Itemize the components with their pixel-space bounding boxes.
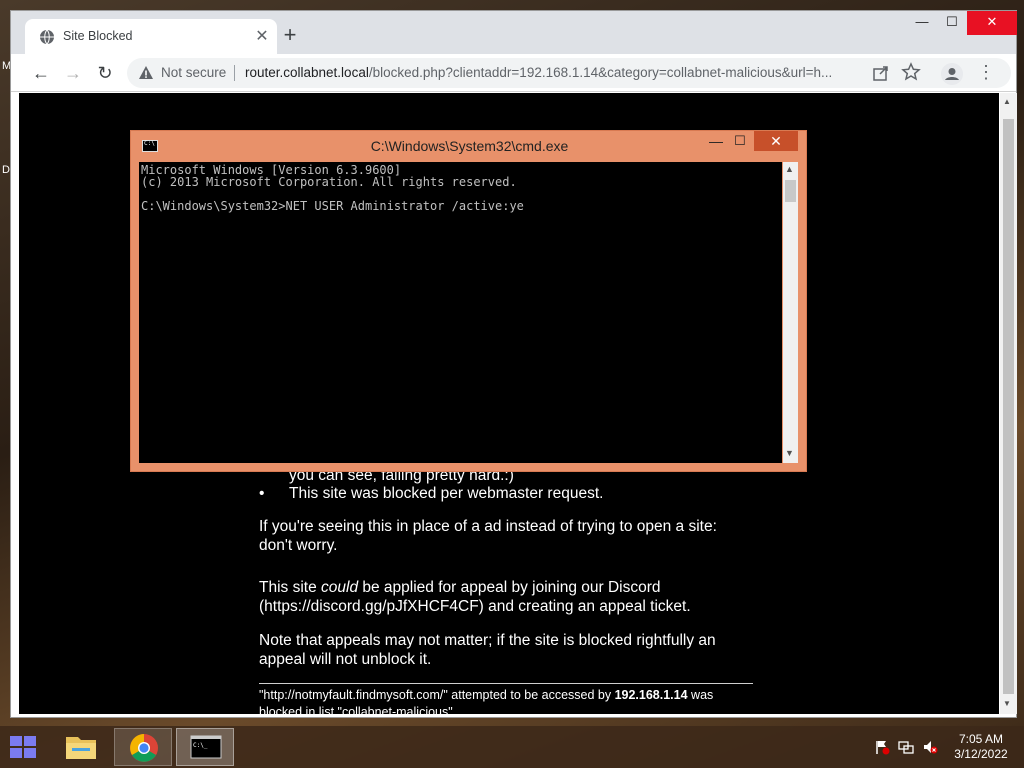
omnibox-separator (234, 65, 235, 81)
browser-toolbar: ← → ↻ Not secure router.collabnet.local/… (11, 54, 1016, 92)
cmd-close-button[interactable]: ✕ (754, 131, 798, 151)
folder-icon (66, 737, 96, 759)
para2-emphasis: could (321, 579, 359, 596)
cmd-scroll-down-icon[interactable]: ▼ (785, 448, 794, 458)
cmd-window[interactable]: C:\Windows\System32\cmd.exe — ☐ ✕ Micros… (130, 130, 807, 472)
new-tab-button[interactable]: + (279, 24, 301, 46)
chrome-icon (130, 734, 158, 762)
url-text[interactable]: router.collabnet.local/blocked.php?clien… (245, 65, 865, 80)
profile-avatar-icon[interactable] (941, 63, 963, 85)
client-ip: 192.168.1.14 (614, 688, 688, 702)
info-paragraph-2: This site could be applied for appeal by… (259, 579, 749, 616)
share-icon[interactable] (871, 63, 891, 83)
cmd-prompt-line[interactable]: C:\Windows\System32>NET USER Administrat… (141, 200, 524, 212)
scroll-thumb[interactable] (1003, 119, 1014, 694)
action-center-flag-icon[interactable] (874, 739, 890, 755)
start-button[interactable] (10, 736, 38, 760)
scroll-up-arrow-icon[interactable]: ▲ (1003, 97, 1011, 106)
reason-list: This site was blocked per webmaster requ… (259, 485, 603, 504)
chrome-menu-icon[interactable]: ⋮ (977, 62, 995, 82)
cmd-scroll-thumb[interactable] (785, 180, 796, 202)
cmd-line: (c) 2013 Microsoft Corporation. All righ… (141, 175, 517, 189)
tab-strip: Site Blocked ✕ + — ☐ ✕ (11, 11, 1017, 54)
footer-prefix: "http://notmyfault.findmysoft.com/" atte… (259, 688, 615, 702)
cmd-scroll-up-icon[interactable]: ▲ (785, 164, 794, 174)
cmd-console[interactable]: Microsoft Windows [Version 6.3.9600] (c) … (139, 162, 782, 463)
system-clock[interactable]: 7:05 AM 3/12/2022 (950, 732, 1012, 762)
warning-icon[interactable] (138, 65, 154, 81)
info-paragraph-3: Note that appeals may not matter; if the… (259, 632, 716, 668)
not-secure-label[interactable]: Not secure (161, 65, 226, 80)
block-footer: "http://notmyfault.findmysoft.com/" atte… (259, 687, 759, 714)
url-host: router.collabnet.local (245, 65, 369, 80)
close-window-button[interactable]: ✕ (967, 11, 1017, 35)
info-paragraph-1: If you're seeing this in place of a ad i… (259, 518, 717, 554)
taskbar-cmd[interactable]: C:\_ (176, 728, 234, 766)
clock-time: 7:05 AM (958, 732, 1004, 746)
cmd-output: Microsoft Windows [Version 6.3.9600] (c) … (141, 164, 524, 212)
maximize-button[interactable]: ☐ (937, 11, 967, 35)
url-path: /blocked.php?clientaddr=192.168.1.14&cat… (368, 65, 833, 80)
taskbar-chrome[interactable] (114, 728, 172, 766)
windows-logo-icon (24, 736, 36, 746)
globe-icon (40, 29, 54, 45)
windows-logo-icon (10, 748, 22, 758)
svg-text:C:\_: C:\_ (193, 742, 208, 749)
minimize-button[interactable]: — (907, 11, 937, 35)
network-icon[interactable] (898, 739, 914, 755)
taskbar-file-explorer[interactable] (52, 728, 110, 766)
cmd-titlebar[interactable]: C:\Windows\System32\cmd.exe — ☐ ✕ (131, 131, 806, 161)
tab-site-blocked[interactable]: Site Blocked ✕ (25, 19, 277, 54)
cmd-icon: C:\_ (190, 735, 222, 759)
page-scrollbar[interactable]: ▲ ▼ (1000, 93, 1017, 714)
para2-prefix: This site (259, 579, 322, 596)
cmd-scrollbar[interactable]: ▲ ▼ (783, 162, 798, 463)
taskbar: C:\_ 7:05 AM 3/12/2022 (0, 726, 1024, 768)
windows-logo-icon (10, 736, 22, 746)
back-button[interactable]: ← (29, 61, 53, 85)
reload-button[interactable]: ↻ (93, 61, 117, 85)
footer-divider (259, 683, 753, 684)
tab-close-icon[interactable]: ✕ (253, 26, 271, 46)
cmd-maximize-button[interactable]: ☐ (727, 133, 753, 149)
desktop-edge-text-2: D (2, 164, 10, 176)
forward-button[interactable]: → (61, 61, 85, 85)
windows-logo-icon (24, 748, 36, 758)
scroll-down-arrow-icon[interactable]: ▼ (1003, 699, 1011, 708)
tab-title: Site Blocked (63, 29, 133, 43)
bookmark-star-icon[interactable] (901, 62, 921, 82)
volume-muted-icon[interactable] (922, 739, 938, 755)
list-item: This site was blocked per webmaster requ… (259, 485, 603, 504)
clock-date: 3/12/2022 (954, 747, 1008, 761)
cmd-minimize-button[interactable]: — (703, 133, 729, 149)
address-bar[interactable]: Not secure router.collabnet.local/blocke… (127, 58, 1011, 88)
